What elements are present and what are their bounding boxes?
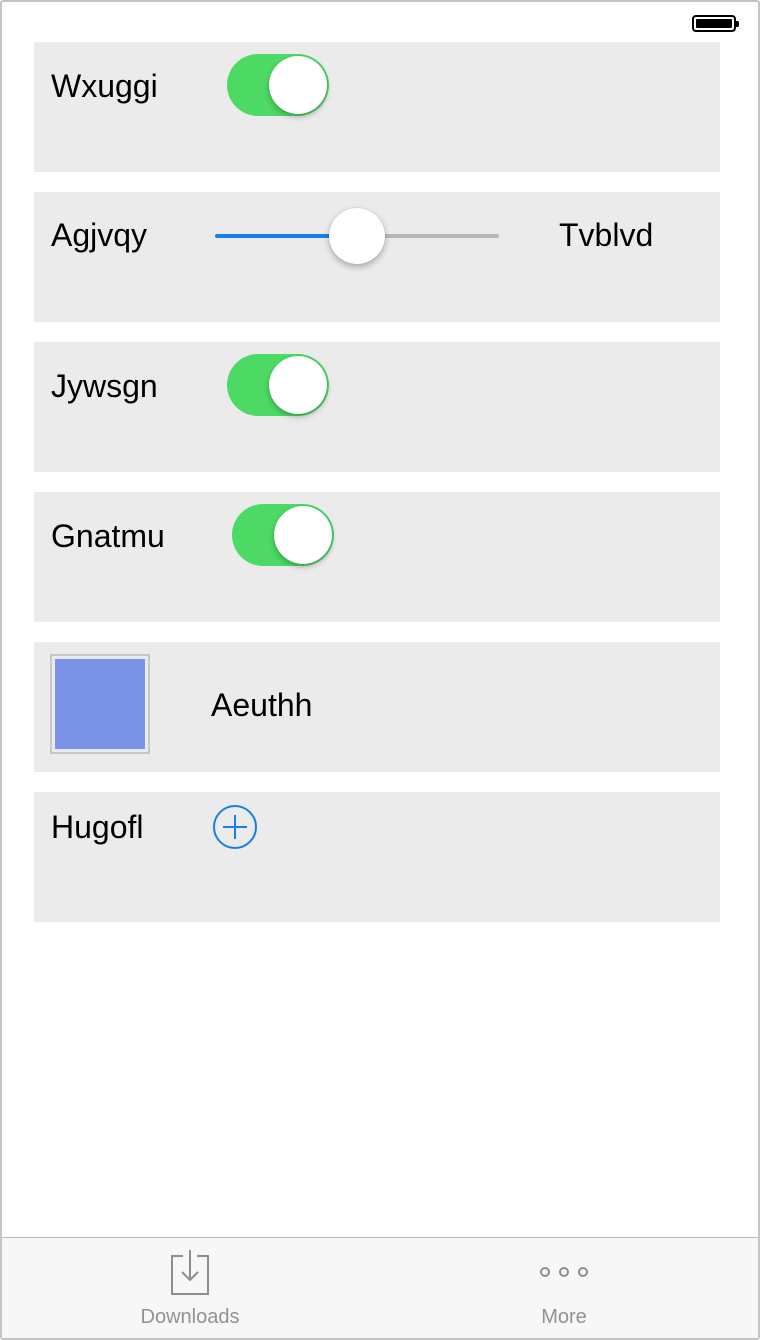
toggle-knob — [269, 356, 327, 414]
jywsgn-toggle[interactable] — [227, 354, 329, 416]
swatch-color-fill — [55, 659, 145, 749]
settings-row-hugofl: Hugofl — [34, 792, 720, 922]
plus-circle-icon[interactable] — [212, 804, 258, 850]
settings-row-agjvqy: Agjvqy Tvblvd — [34, 192, 720, 322]
row-label: Hugofl — [51, 809, 144, 845]
settings-row-jywsgn: Jywsgn — [34, 342, 720, 472]
agjvqy-slider[interactable] — [215, 208, 499, 264]
row-label: Wxuggi — [51, 68, 158, 104]
tab-more[interactable]: More — [464, 1238, 664, 1338]
battery-full-icon — [692, 15, 739, 32]
tab-label: More — [541, 1306, 587, 1328]
toggle-knob — [274, 506, 332, 564]
tab-label: Downloads — [140, 1306, 240, 1328]
settings-row-wxuggi: Wxuggi — [34, 42, 720, 172]
tab-bar: Downloads More — [2, 1237, 758, 1338]
download-tray-icon — [171, 1250, 209, 1295]
settings-row-gnatmu: Gnatmu — [34, 492, 720, 622]
settings-row-aeuthh: Aeuthh — [34, 642, 720, 772]
wxuggi-toggle[interactable] — [227, 54, 329, 116]
slider-thumb[interactable] — [329, 208, 385, 264]
row-label: Jywsgn — [51, 368, 158, 404]
row-label: Agjvqy — [51, 217, 148, 253]
gnatmu-toggle[interactable] — [232, 504, 334, 566]
slider-max-label: Tvblvd — [559, 217, 654, 253]
app-screen: Wxuggi Agjvqy Tvblvd Jywsgn Gnatmu Aeuth… — [0, 0, 760, 1340]
tab-downloads[interactable]: Downloads — [90, 1238, 290, 1338]
color-swatch[interactable] — [50, 654, 150, 754]
row-label: Aeuthh — [211, 687, 313, 723]
toggle-knob — [269, 56, 327, 114]
row-label: Gnatmu — [51, 518, 165, 554]
more-dots-icon — [540, 1267, 588, 1277]
